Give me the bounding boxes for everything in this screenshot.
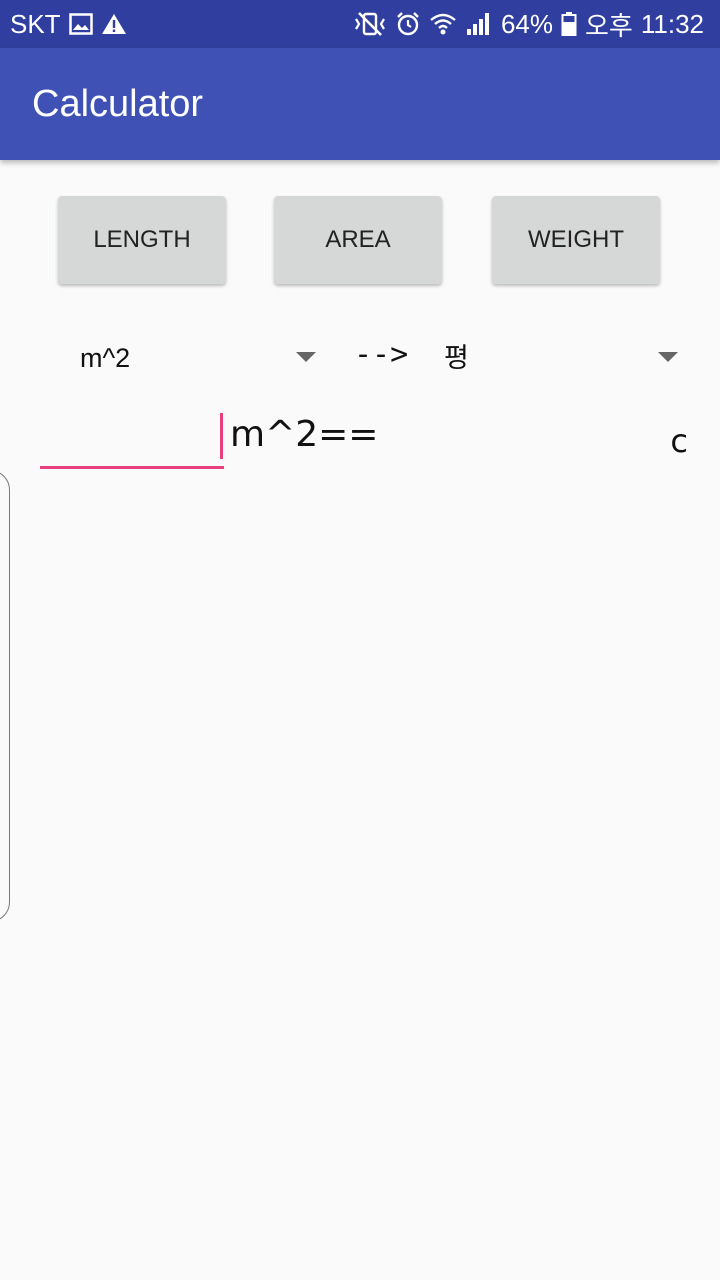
from-unit-spinner[interactable]: m^2 [60, 330, 330, 386]
value-input[interactable] [40, 412, 224, 469]
to-unit-label: 평 [444, 343, 469, 373]
status-bar: SKT 64% 오후 11:32 [0, 0, 720, 48]
arrow-label: --> [354, 337, 409, 372]
alarm-icon [395, 11, 421, 37]
wifi-icon [429, 11, 457, 37]
text-cursor [220, 413, 223, 459]
battery-icon [561, 11, 577, 37]
result-label: c [670, 422, 688, 460]
from-unit-label: m^2 [80, 343, 131, 373]
app-bar: Calculator [0, 48, 720, 160]
carrier-label: SKT [10, 8, 61, 39]
edge-panel-handle[interactable] [0, 470, 10, 922]
unit-equals-label: m^2== [230, 414, 379, 455]
mute-vibrate-icon [353, 11, 387, 37]
weight-button[interactable]: WEIGHT [492, 196, 660, 284]
length-button[interactable]: LENGTH [58, 196, 226, 284]
status-left: SKT [10, 0, 127, 48]
status-right: 64% 오후 11:32 [353, 0, 704, 48]
clock-time: 11:32 [640, 8, 704, 39]
chevron-down-icon [296, 352, 316, 362]
chevron-down-icon [658, 352, 678, 362]
signal-icon [465, 11, 493, 37]
image-icon [68, 13, 93, 35]
time-period: 오후 [585, 10, 633, 41]
warning-icon [101, 13, 127, 35]
area-button[interactable]: AREA [274, 196, 442, 284]
battery-percent: 64% [500, 8, 554, 39]
to-unit-spinner[interactable]: 평 [436, 330, 692, 386]
app-title: Calculator [32, 83, 204, 125]
